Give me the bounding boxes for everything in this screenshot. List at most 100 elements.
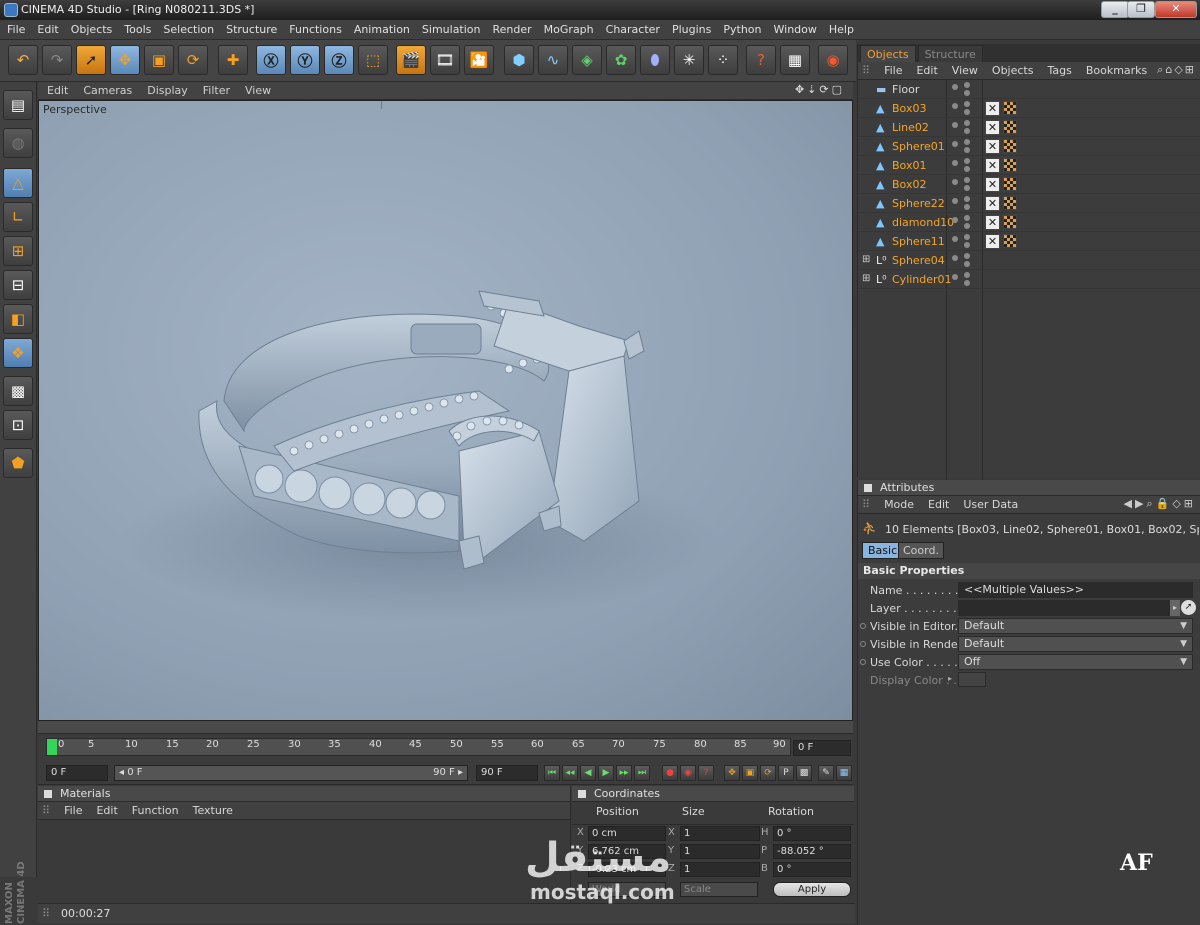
materials-menu-file[interactable]: File bbox=[55, 802, 87, 817]
object-name[interactable]: Line02 bbox=[892, 121, 929, 134]
key-pla-icon[interactable]: ▩ bbox=[796, 765, 812, 781]
object-row-box02[interactable]: ▲ Box02 ✕ bbox=[858, 175, 1200, 194]
next-key-icon[interactable]: ▸▸ bbox=[616, 765, 632, 781]
tab-basic[interactable]: Basic bbox=[862, 542, 904, 559]
drag-handle-icon[interactable]: ⠿ bbox=[38, 802, 55, 817]
rotation-p-field[interactable]: -88.052 ° bbox=[773, 844, 851, 859]
tab-objects[interactable]: Objects bbox=[860, 45, 916, 62]
phong-tag-icon[interactable]: ✕ bbox=[985, 234, 1000, 249]
name-field[interactable]: <<Multiple Values>> bbox=[958, 582, 1193, 598]
polygons-mode-icon[interactable]: ⊞ bbox=[3, 236, 33, 266]
phong-tag-icon[interactable]: ✕ bbox=[985, 101, 1000, 116]
sculpt-tool-icon[interactable]: ⬟ bbox=[3, 448, 33, 478]
object-row-box03[interactable]: ▲ Box03 ✕ bbox=[858, 99, 1200, 118]
minimize-button[interactable]: _ bbox=[1101, 1, 1129, 18]
layer-field[interactable] bbox=[958, 600, 1170, 616]
render-picture-viewer-icon[interactable]: 🎞 bbox=[430, 45, 460, 75]
menu-tools[interactable]: Tools bbox=[117, 20, 156, 36]
om-menu-bookmarks[interactable]: Bookmarks bbox=[1077, 62, 1152, 77]
object-row-sphere22[interactable]: ▲ Sphere22 ✕ bbox=[858, 194, 1200, 213]
deformer-icon[interactable]: ⬮ bbox=[640, 45, 670, 75]
goto-end-icon[interactable]: ⏭ bbox=[634, 765, 650, 781]
add-object-icon[interactable]: ✚ bbox=[218, 45, 248, 75]
checker-tool-icon[interactable]: ▩ bbox=[3, 376, 33, 406]
current-frame-field[interactable]: 0 F bbox=[793, 740, 851, 756]
current-frame-marker[interactable] bbox=[47, 739, 57, 755]
object-row-sphere11[interactable]: ▲ Sphere11 ✕ bbox=[858, 232, 1200, 251]
menu-help[interactable]: Help bbox=[822, 20, 859, 36]
menu-objects[interactable]: Objects bbox=[64, 20, 118, 36]
display-color-swatch[interactable] bbox=[958, 672, 986, 687]
move-tool-icon[interactable]: ✥ bbox=[110, 45, 140, 75]
object-name[interactable]: Sphere04 bbox=[892, 254, 945, 267]
materials-menu-edit[interactable]: Edit bbox=[87, 802, 122, 817]
render-view-icon[interactable]: 🎬 bbox=[396, 45, 426, 75]
scale-dropdown[interactable]: Scale bbox=[680, 882, 758, 897]
object-row-sphere04[interactable]: ⊞ L⁰ Sphere04 bbox=[858, 251, 1200, 270]
keyframe-dot-icon[interactable] bbox=[860, 623, 866, 629]
close-button[interactable]: ✕ bbox=[1155, 1, 1197, 18]
apply-button[interactable]: Apply bbox=[773, 882, 851, 897]
viewport-nav-icons[interactable]: ✥⇣⟳▢ bbox=[795, 83, 845, 96]
object-row-line02[interactable]: ▲ Line02 ✕ bbox=[858, 118, 1200, 137]
workplane-icon[interactable]: ◧ bbox=[3, 304, 33, 334]
drag-handle-icon[interactable]: ⠿ bbox=[858, 496, 875, 511]
rotate-tool-icon[interactable]: ⟳ bbox=[178, 45, 208, 75]
texture-tag-icon[interactable] bbox=[1003, 196, 1017, 210]
phong-tag-icon[interactable]: ✕ bbox=[985, 177, 1000, 192]
viewport-menu-display[interactable]: Display bbox=[138, 82, 194, 97]
object-row-diamond10[interactable]: ▲ diamond10 ✕ bbox=[858, 213, 1200, 232]
object-row-cylinder01[interactable]: ⊞ L⁰ Cylinder01 bbox=[858, 270, 1200, 289]
object-name[interactable]: Box01 bbox=[892, 159, 926, 172]
scale-tool-icon[interactable]: ▣ bbox=[144, 45, 174, 75]
coordinate-system-icon[interactable]: ⬚ bbox=[358, 45, 388, 75]
end-frame-field[interactable]: 90 F bbox=[476, 765, 538, 781]
texture-tag-icon[interactable] bbox=[1003, 120, 1017, 134]
object-name[interactable]: Box02 bbox=[892, 178, 926, 191]
object-name[interactable]: Sphere22 bbox=[892, 197, 945, 210]
undo-icon[interactable]: ↶ bbox=[8, 45, 38, 75]
x-axis-lock-icon[interactable]: Ⓧ bbox=[256, 45, 286, 75]
object-name[interactable]: diamond10 bbox=[892, 216, 954, 229]
goto-start-icon[interactable]: ⏮ bbox=[544, 765, 560, 781]
perspective-viewport[interactable]: Perspective bbox=[38, 100, 853, 721]
layout-settings-icon[interactable]: ▦ bbox=[780, 45, 810, 75]
key-position-icon[interactable]: ✥ bbox=[724, 765, 740, 781]
z-axis-lock-icon[interactable]: Ⓩ bbox=[324, 45, 354, 75]
materials-menu-function[interactable]: Function bbox=[123, 802, 184, 817]
use-color-dropdown[interactable]: Off ▼ bbox=[958, 654, 1193, 670]
texture-tag-icon[interactable] bbox=[1003, 158, 1017, 172]
redo-icon[interactable]: ↷ bbox=[42, 45, 72, 75]
menu-selection[interactable]: Selection bbox=[156, 20, 219, 36]
menu-file[interactable]: File bbox=[0, 20, 30, 36]
expand-icon[interactable]: ⊞ bbox=[862, 254, 870, 265]
texture-tag-icon[interactable] bbox=[1003, 215, 1017, 229]
object-name[interactable]: Sphere11 bbox=[892, 235, 945, 248]
autokey-icon[interactable]: ◉ bbox=[680, 765, 696, 781]
object-row-box01[interactable]: ▲ Box01 ✕ bbox=[858, 156, 1200, 175]
edges-mode-icon[interactable]: ∟ bbox=[3, 202, 33, 232]
points-mode-icon[interactable]: △ bbox=[3, 168, 33, 198]
render-settings-icon[interactable]: 🎦 bbox=[464, 45, 494, 75]
prev-key-icon[interactable]: ◂◂ bbox=[562, 765, 578, 781]
texture-tag-icon[interactable] bbox=[1003, 234, 1017, 248]
viewport-menu-filter[interactable]: Filter bbox=[194, 82, 236, 97]
menu-structure[interactable]: Structure bbox=[219, 20, 282, 36]
viewport-layout-icon[interactable]: ▤ bbox=[3, 90, 33, 120]
om-menu-edit[interactable]: Edit bbox=[907, 62, 942, 77]
phong-tag-icon[interactable]: ✕ bbox=[985, 196, 1000, 211]
phong-tag-icon[interactable]: ✕ bbox=[985, 120, 1000, 135]
start-frame-field[interactable]: 0 F bbox=[46, 765, 108, 781]
size-y-field[interactable]: 1 bbox=[680, 844, 760, 859]
materials-menu-texture[interactable]: Texture bbox=[184, 802, 238, 817]
texture-tag-icon[interactable] bbox=[1003, 101, 1017, 115]
cube-primitive-icon[interactable]: ⬢ bbox=[504, 45, 534, 75]
nurbs-icon[interactable]: ◈ bbox=[572, 45, 602, 75]
viewport-menu-view[interactable]: View bbox=[236, 82, 277, 97]
timeline-settings-icon[interactable]: ▦ bbox=[836, 765, 852, 781]
menu-mograph[interactable]: MoGraph bbox=[537, 20, 599, 36]
tab-coord[interactable]: Coord. bbox=[898, 542, 944, 559]
menu-simulation[interactable]: Simulation bbox=[415, 20, 486, 36]
viewport-menu-cameras[interactable]: Cameras bbox=[74, 82, 138, 97]
particles-icon[interactable]: ⁘ bbox=[708, 45, 738, 75]
